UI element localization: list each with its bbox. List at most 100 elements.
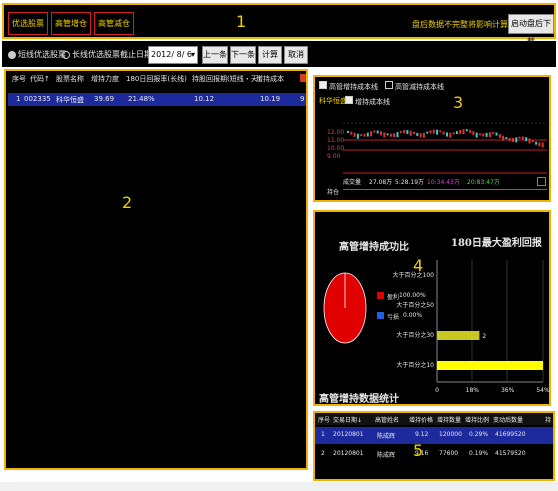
col-header-hold[interactable]: 持股回报期(短线・天) [192,74,260,84]
volume-expand-icon[interactable] [537,177,546,186]
volume-label: 成交量 [343,179,362,186]
candle [389,133,392,137]
candle [508,137,511,141]
optimal-pool-button[interactable]: 优选股票池 [8,12,48,49]
bar-x-tick: 36% [501,387,515,394]
candle [442,131,445,135]
candle [512,137,514,142]
col-header-name[interactable]: 股票名称 [56,74,84,84]
candle [393,133,396,138]
candle [347,130,349,133]
cell-return: 21.48% [128,95,155,103]
candle [479,133,481,136]
trade-col-extra[interactable]: 持 [545,415,551,424]
success-ratio-title: 高管增持成功比 [339,242,409,253]
candle [396,132,399,138]
candle [525,137,528,142]
col-header-return[interactable]: 180日回报率(长线) [126,74,187,84]
bar-category-label: 大于百分之100 [393,271,435,279]
trade-cell-date: 20120801 [333,431,364,438]
bar-x-tick: 18% [466,387,480,394]
candle [413,131,415,134]
radio-icon [8,50,16,59]
trade-cell-ratio: 0.29% [469,431,489,438]
kline-chart [343,122,547,174]
region-label-3: 3 [453,93,464,112]
start-download-button[interactable]: 启动盘后下载 [508,14,554,46]
col-header-strength[interactable]: 增持力度 [91,74,119,84]
col-header-code[interactable]: 代码↑ [30,74,50,84]
calc-button[interactable]: 计算 [258,46,282,64]
candle [403,130,406,134]
trade-col-no[interactable]: 序号 [318,415,330,424]
long-term-radio[interactable]: 长线优选股票 [62,49,120,60]
region-label-5: 5 [413,441,424,460]
date-value: 2012/ 8/ 6 [151,50,193,59]
trade-col-name[interactable]: 高管姓名 [375,415,399,424]
col-header-cost[interactable]: 增持成本 [256,74,284,84]
column-menu-icon[interactable] [300,74,306,82]
y-tick-1: 11.00 [327,137,345,144]
volume-ma5: 5:28.19万 [395,179,425,186]
bar-category-label: 大于百分之10 [396,361,434,369]
table-row[interactable]: 1 20120801 陈成辉 9.12 120000 0.29% 4169952… [315,427,553,444]
bottom-strip [0,482,558,491]
short-term-radio[interactable]: 短线优选股票 [8,49,66,60]
checkbox-icon [319,81,327,89]
trade-col-ratio[interactable]: 增持比例 [465,415,489,424]
candle [439,130,442,133]
kline-panel: 高管增持成本线 高管减持成本线 科华恒盛 增持成本线 3 12.00 11.00… [313,75,551,202]
volume-ma10: 10:34.43万 [427,179,460,186]
trade-col-qty[interactable]: 增持数量 [437,415,461,424]
trade-cell-qty: 77600 [439,450,459,457]
date-picker[interactable]: 2012/ 8/ 6 ▾ [148,46,198,64]
stats-panel: 高管增持成功比 180日最大盈利回报 4 盈利 100.00% 亏损 0.00%… [313,210,551,406]
checkbox-icon [385,81,393,89]
candle [436,129,439,135]
increase-cost-checkbox-label: 高管增持成本线 [329,83,378,91]
candle [475,132,478,138]
candle [485,132,488,137]
candle [386,133,389,136]
candle [521,136,524,140]
decrease-pool-button[interactable]: 高管减仓池 [94,12,134,49]
candle [528,138,531,144]
trade-col-price[interactable]: 增持价格 [409,415,433,424]
bar [437,331,480,340]
bar-data-label: 2 [482,333,486,340]
trade-col-after[interactable]: 变动后数量 [493,415,523,424]
table-row[interactable]: 1 002335 科华恒盛 39.69 21.48% 10.12 10.19 9 [8,93,306,106]
trade-col-date[interactable]: 交易日期↓ [333,415,362,424]
bar-category-label: 大于百分之30 [396,331,434,339]
candle [366,132,369,137]
cell-code: 002335 [24,95,51,103]
volume-value: 27.08万 [369,179,393,186]
bar-x-tick: 0 [435,387,439,394]
candle [446,132,448,137]
increase-cost-checkbox[interactable]: 高管增持成本线 [319,81,378,92]
top-toolbar: 优选股票池 高管增仓池 高管减仓池 1 盘后数据不完整将影响计算结果 启动盘后下… [2,3,556,49]
candle [541,142,544,148]
decrease-cost-checkbox[interactable]: 高管减持成本线 [385,81,444,92]
candle [459,129,462,134]
trade-cell-price: 9.12 [415,431,429,438]
col-header-no[interactable]: 序号 [12,74,26,84]
candle [356,133,359,139]
cost-line-checkbox[interactable]: 增持成本线 [345,96,390,107]
candle [518,136,521,139]
trade-cell-name: 陈成辉 [377,452,396,459]
increase-pool-button[interactable]: 高管增仓池 [51,12,91,49]
candle [426,131,429,134]
prev-button[interactable]: 上一条 [202,46,228,64]
cancel-button[interactable]: 取消 [284,46,308,64]
trades-panel: 序号 交易日期↓ 高管姓名 增持价格 增持数量 增持比例 变动后数量 持 1 2… [313,411,555,481]
chevron-down-icon: ▾ [190,50,195,59]
candle [373,130,376,133]
next-button[interactable]: 下一条 [230,46,256,64]
table-row[interactable]: 2 20120801 陈成辉 9.16 77600 0.19% 41579520 [315,446,553,463]
candle [380,131,382,136]
max-return-bar-chart: 大于百分之100大于百分之50大于百分之30 2大于百分之100 18% 36% 54% [393,260,550,394]
candle [353,132,356,137]
y-tick-3: 9.00 [327,153,341,160]
candle [449,132,452,138]
